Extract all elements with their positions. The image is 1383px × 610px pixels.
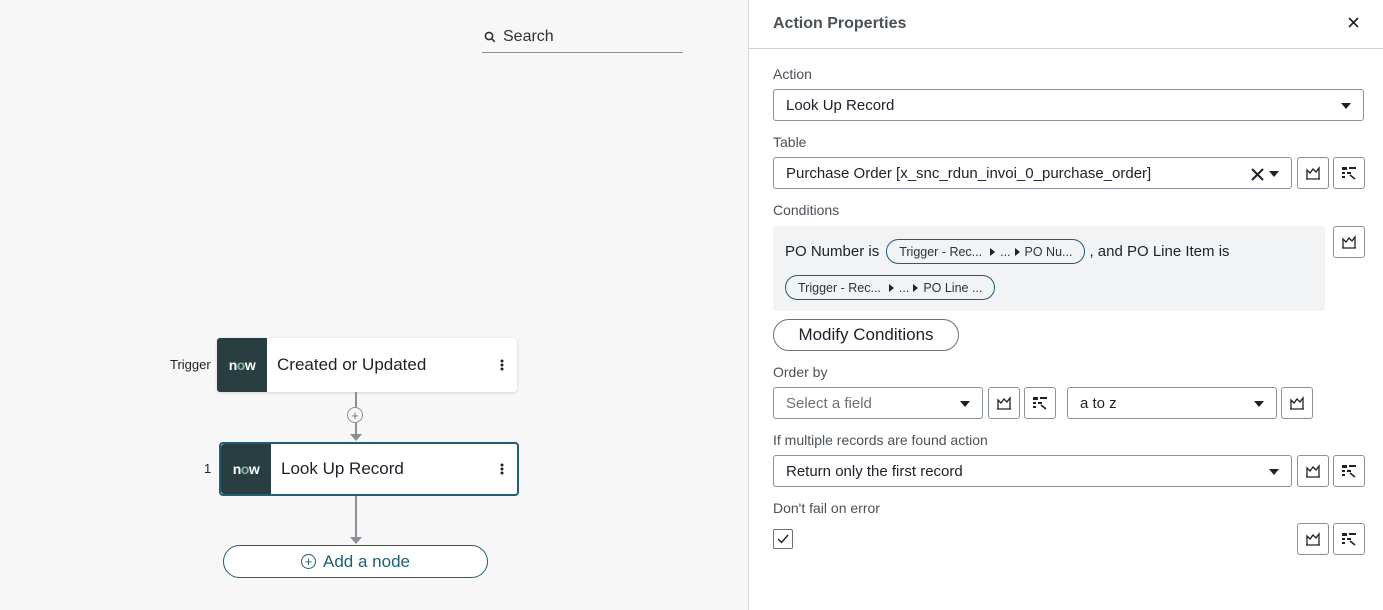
insert-step-icon[interactable]: + [347,407,363,423]
data-pill-picker-button[interactable] [1333,157,1365,189]
multiple-records-select[interactable]: Return only the first record [773,455,1292,487]
panel-title: Action Properties [773,15,907,32]
script-toggle-button[interactable] [1297,523,1329,555]
script-icon [1306,464,1320,478]
search-placeholder: Search [503,28,554,45]
caret-right-icon [888,283,894,292]
pill-segment: Trigger - Rec... [798,280,881,295]
data-pill-picker-icon [1342,533,1356,546]
caret-right-icon [913,283,919,292]
multiple-records-label: If multiple records are found action [773,432,988,448]
data-pill-picker-button[interactable] [1024,387,1056,419]
multiple-records-value: Return only the first record [786,462,963,480]
dont-fail-checkbox[interactable] [773,529,793,549]
script-icon [1342,235,1356,249]
data-pill[interactable]: Trigger - Rec... ... PO Line ... [785,275,996,300]
arrow-down-icon [350,537,362,544]
chevron-down-icon [1269,171,1279,177]
connector-line [355,496,357,538]
chevron-down-icon [1269,469,1279,475]
script-toggle-button[interactable] [1297,455,1329,487]
script-icon [1306,532,1320,546]
script-icon [997,396,1011,410]
close-icon[interactable] [1348,15,1359,33]
table-value: Purchase Order [x_snc_rdun_invoi_0_purch… [786,164,1152,182]
data-pill-picker-button[interactable] [1333,455,1365,487]
step-number: 1 [204,461,212,476]
data-pill-picker-icon [1342,167,1356,180]
table-select[interactable]: Purchase Order [x_snc_rdun_invoi_0_purch… [773,157,1292,189]
now-logo: now [221,444,271,494]
table-label: Table [773,134,807,150]
arrow-down-icon [350,434,362,441]
kebab-menu-icon[interactable] [487,359,517,371]
condition-text: , and PO Line Item is [1089,243,1230,260]
conditions-box: PO Number is Trigger - Rec... ... PO Nu.… [773,226,1325,311]
chevron-down-icon [1341,103,1351,109]
trigger-label: Trigger [170,357,211,372]
caret-right-icon [990,247,996,256]
order-direction-value: a to z [1080,394,1117,412]
trigger-title: Created or Updated [277,355,427,374]
add-node-button[interactable]: + Add a node [223,545,488,578]
action-label: Action [773,66,812,82]
panel-header: Action Properties [749,0,1383,49]
script-toggle-button[interactable] [1333,226,1365,258]
data-pill-picker-button[interactable] [1333,523,1365,555]
clear-icon[interactable] [1251,168,1264,181]
kebab-menu-icon[interactable] [487,463,517,475]
order-direction-select[interactable]: a to z [1067,387,1277,419]
order-by-field-select[interactable]: Select a field [773,387,983,419]
pill-segment: ... [1000,244,1011,259]
data-pill-picker-icon [1342,465,1356,478]
script-toggle-button[interactable] [1297,157,1329,189]
script-icon [1306,166,1320,180]
action-title: Look Up Record [281,459,404,478]
action-properties-panel: Action Properties Action Look Up Record … [748,0,1383,610]
dont-fail-label: Don't fail on error [773,500,880,516]
pill-segment: ... [898,280,910,295]
action-value: Look Up Record [786,96,895,114]
condition-text: PO Number is [785,243,880,260]
action-node-look-up-record[interactable]: now Look Up Record [219,442,519,496]
modify-conditions-button[interactable]: Modify Conditions [773,319,959,351]
conditions-label: Conditions [773,202,840,218]
chevron-down-icon [1254,401,1264,407]
flow-canvas: Search Trigger now Created or Updated + … [0,0,748,610]
checkmark-icon [777,534,789,544]
pill-segment: PO Nu... [1024,244,1073,259]
script-icon [1290,396,1304,410]
pill-segment: Trigger - Rec... [899,244,983,259]
script-toggle-button[interactable] [988,387,1020,419]
add-node-label: Add a node [323,551,410,571]
caret-right-icon [1014,247,1020,256]
order-by-field-placeholder: Select a field [786,394,872,412]
data-pill-picker-icon [1033,397,1047,410]
chevron-down-icon [960,401,970,407]
search-field[interactable]: Search [482,22,683,53]
order-by-label: Order by [773,364,828,380]
add-circle-icon: + [301,554,317,569]
now-logo: now [217,338,267,392]
script-toggle-button[interactable] [1281,387,1313,419]
pill-segment: PO Line ... [923,280,983,295]
data-pill[interactable]: Trigger - Rec... ... PO Nu... [886,239,1086,264]
action-select[interactable]: Look Up Record [773,89,1364,121]
search-icon [484,31,496,43]
trigger-node[interactable]: now Created or Updated [217,338,517,392]
